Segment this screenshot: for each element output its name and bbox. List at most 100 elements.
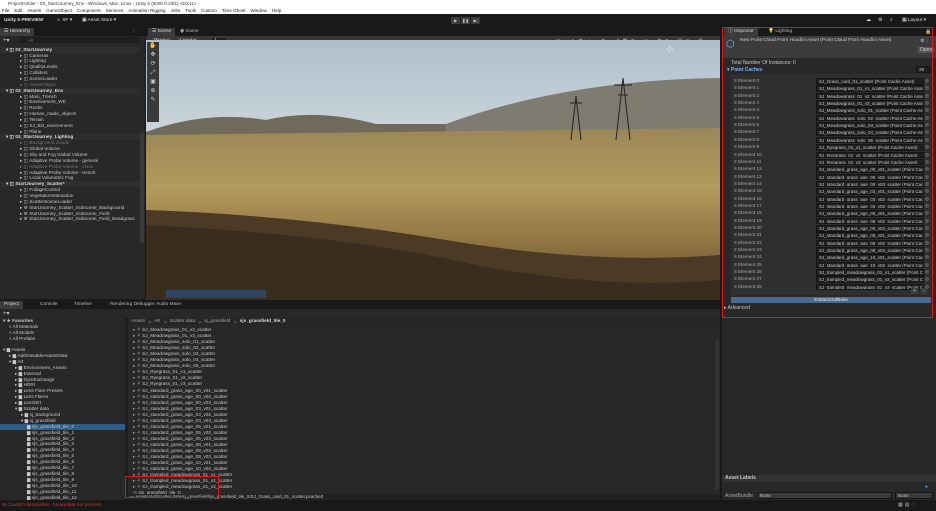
element-object-field[interactable]: SJ_trampled_meadowgrass_01_v1_scatter (P… bbox=[816, 269, 924, 276]
tab-console[interactable]: Console bbox=[36, 301, 62, 309]
menu-file[interactable]: File bbox=[2, 7, 9, 14]
hierarchy-scrollbar[interactable] bbox=[140, 133, 144, 243]
element-object-field[interactable]: SJ_Meadowgrass_solo_05_scatter (Point Ca… bbox=[816, 137, 924, 144]
breadcrumb-item[interactable]: Assets bbox=[128, 318, 145, 324]
error-message[interactable]: ⊘ Couldn't deserialize , binarydata not … bbox=[2, 503, 102, 508]
open-button[interactable]: Open bbox=[918, 47, 934, 53]
tab-game[interactable]: ◉ Game bbox=[176, 28, 203, 36]
point-caches-foldout[interactable]: ▾ Point Caches bbox=[727, 67, 763, 73]
element-object-field[interactable]: SJ_standard_grass_age_00_v03_scatter (Po… bbox=[816, 181, 924, 188]
breadcrumb-item[interactable]: sjs_grassfield_tile_0 bbox=[237, 318, 286, 324]
asset-store-button[interactable]: ▣ Asset Store ▾ bbox=[82, 17, 116, 24]
hierarchy-item[interactable]: ▸ ☢ StartJourney_Scatter_Subscene_Field_… bbox=[0, 216, 139, 222]
element-object-field[interactable]: SJ_standard_grass_age_10_v01_scatter (Po… bbox=[816, 254, 924, 261]
element-object-field[interactable]: SJ_standard_grass_age_03_v01_scatter (Po… bbox=[816, 188, 924, 195]
tab-inspector[interactable]: ⓘ Inspector bbox=[724, 28, 758, 36]
object-picker-icon[interactable]: ◎ bbox=[925, 240, 929, 246]
overlay-toolbar[interactable] bbox=[166, 290, 266, 298]
object-picker-icon[interactable]: ◎ bbox=[925, 174, 929, 180]
status-icons[interactable]: ▦▤◌ bbox=[898, 502, 916, 508]
element-object-field[interactable]: SJ_trampled_meadowgrass_01_v2_scatter (P… bbox=[816, 276, 924, 283]
object-picker-icon[interactable]: ◎ bbox=[925, 115, 929, 121]
object-picker-icon[interactable]: ◎ bbox=[925, 100, 929, 106]
object-picker-icon[interactable]: ◎ bbox=[925, 122, 929, 128]
element-object-field[interactable]: SJ_Meadowgrass_solo_01_scatter (Point Ca… bbox=[816, 107, 924, 114]
object-picker-icon[interactable]: ◎ bbox=[925, 137, 929, 143]
menu-jobs[interactable]: Jobs bbox=[171, 7, 181, 14]
element-object-field[interactable]: SJ_Meadowgrass_01_v3_scatter (Point Cach… bbox=[816, 100, 924, 107]
element-object-field[interactable]: SJ_Grass_card_01_scatter (Point Cache As… bbox=[816, 78, 924, 85]
element-object-field[interactable]: SJ_trampled_meadowgrass_01_v3_scatter (P… bbox=[816, 284, 924, 291]
breadcrumb-item[interactable]: sj_grassfield bbox=[201, 318, 230, 324]
object-picker-icon[interactable]: ◎ bbox=[925, 196, 929, 202]
object-picker-icon[interactable]: ◎ bbox=[925, 225, 929, 231]
favorite-item[interactable]: ⌕ All Prefabs bbox=[9, 336, 35, 342]
object-picker-icon[interactable]: ◎ bbox=[925, 85, 929, 91]
tab-audio-mixer[interactable]: Audio Mixer bbox=[152, 301, 185, 309]
menu-component[interactable]: Component bbox=[77, 7, 101, 14]
menu-time-ghost[interactable]: Time Ghost bbox=[222, 7, 246, 14]
breadcrumb-item[interactable]: Scatter data bbox=[167, 318, 195, 324]
object-picker-icon[interactable]: ◎ bbox=[925, 107, 929, 113]
object-picker-icon[interactable]: ◎ bbox=[925, 181, 929, 187]
object-picker-icon[interactable]: ◎ bbox=[925, 166, 929, 172]
assetbundle-dropdown[interactable]: None bbox=[757, 492, 892, 499]
point-caches-count[interactable]: 29 bbox=[916, 66, 930, 73]
header-settings-icon[interactable]: ⚙⋮ bbox=[920, 38, 929, 44]
element-object-field[interactable]: SJ_Meadowgrass_solo_02_scatter (Point Ca… bbox=[816, 115, 924, 122]
file-list-scrollbar[interactable] bbox=[715, 340, 719, 490]
layout-dropdown[interactable]: ▦ Layout ▾ bbox=[902, 17, 926, 24]
element-object-field[interactable]: SJ_standard_grass_age_00_v02_scatter (Po… bbox=[816, 174, 924, 181]
menu-animation-rigging[interactable]: Animation Rigging bbox=[128, 7, 165, 14]
menu-assets[interactable]: Assets bbox=[27, 7, 41, 14]
object-picker-icon[interactable]: ◎ bbox=[925, 247, 929, 253]
menu-help[interactable]: Help bbox=[272, 7, 281, 14]
add-icon[interactable]: +▾ bbox=[3, 37, 10, 44]
menu-custom[interactable]: Custom bbox=[201, 7, 217, 14]
element-object-field[interactable]: SJ_standard_grass_age_03_v02_scatter (Po… bbox=[816, 196, 924, 203]
element-object-field[interactable]: SJ_standard_grass_age_10_v02_scatter (Po… bbox=[816, 262, 924, 269]
element-object-field[interactable]: SJ_Meadowgrass_solo_03_scatter (Point Ca… bbox=[816, 122, 924, 129]
element-object-field[interactable]: SJ_standard_grass_age_08_v03_scatter (Po… bbox=[816, 247, 924, 254]
play-button[interactable]: ▶ bbox=[451, 17, 460, 24]
object-picker-icon[interactable]: ◎ bbox=[925, 152, 929, 158]
object-picker-icon[interactable]: ◎ bbox=[925, 159, 929, 165]
pause-button[interactable]: ❚❚ bbox=[461, 17, 470, 24]
assetbundle-variant-dropdown[interactable]: None bbox=[895, 492, 933, 499]
advanced-foldout[interactable]: ▸ Advanced bbox=[724, 305, 750, 311]
element-object-field[interactable]: SJ_standard_grass_age_05_v01_scatter (Po… bbox=[816, 210, 924, 217]
object-picker-icon[interactable]: ◎ bbox=[925, 93, 929, 99]
element-object-field[interactable]: SJ_standard_grass_age_00_v01_scatter (Po… bbox=[816, 166, 924, 173]
scene-gizmo[interactable]: ⊹ bbox=[666, 44, 696, 74]
lock-icon[interactable]: 🔒 bbox=[925, 29, 931, 35]
step-button[interactable]: ▶| bbox=[471, 17, 480, 24]
element-object-field[interactable]: SJ_Meadowgrass_01_v2_scatter (Point Cach… bbox=[816, 93, 924, 100]
element-object-field[interactable]: SJ_standard_grass_age_05_v02_scatter (Po… bbox=[816, 218, 924, 225]
settings-icon[interactable]: ⚙ bbox=[878, 17, 882, 24]
tree-scrollbar[interactable] bbox=[125, 318, 128, 500]
object-picker-icon[interactable]: ◎ bbox=[925, 262, 929, 268]
labels-icon[interactable]: ● bbox=[925, 484, 928, 490]
object-picker-icon[interactable]: ◎ bbox=[925, 269, 929, 275]
hierarchy-search-input[interactable] bbox=[20, 37, 140, 43]
element-object-field[interactable]: SJ_standard_grass_age_08_v01_scatter (Po… bbox=[816, 232, 924, 239]
transform-tools[interactable]: ✋✥⟳⤢▣⊕✎ bbox=[147, 42, 159, 105]
tab-hierarchy[interactable]: ☰ Hierarchy bbox=[0, 28, 34, 36]
add-element-button[interactable]: + bbox=[911, 288, 918, 294]
menu-tools[interactable]: Tools bbox=[185, 7, 196, 14]
object-picker-icon[interactable]: ◎ bbox=[925, 203, 929, 209]
tab-lighting[interactable]: 💡 Lighting bbox=[764, 28, 796, 36]
menu-icon[interactable]: ⋮ bbox=[131, 29, 136, 35]
breadcrumb-item[interactable]: Art bbox=[151, 318, 160, 324]
object-picker-icon[interactable]: ◎ bbox=[925, 254, 929, 260]
object-picker-icon[interactable]: ◎ bbox=[925, 232, 929, 238]
object-picker-icon[interactable]: ◎ bbox=[925, 210, 929, 216]
menu-gameobject[interactable]: GameObject bbox=[46, 7, 72, 14]
object-picker-icon[interactable]: ◎ bbox=[925, 144, 929, 150]
menu-edit[interactable]: Edit bbox=[14, 7, 22, 14]
search-icon[interactable]: ⌕ bbox=[890, 17, 893, 24]
element-object-field[interactable]: SJ_Ryegrass_01_v2_scatter (Point Cache A… bbox=[816, 152, 924, 159]
object-picker-icon[interactable]: ◎ bbox=[925, 129, 929, 135]
remove-element-button[interactable]: - bbox=[921, 288, 927, 294]
object-picker-icon[interactable]: ◎ bbox=[925, 78, 929, 84]
